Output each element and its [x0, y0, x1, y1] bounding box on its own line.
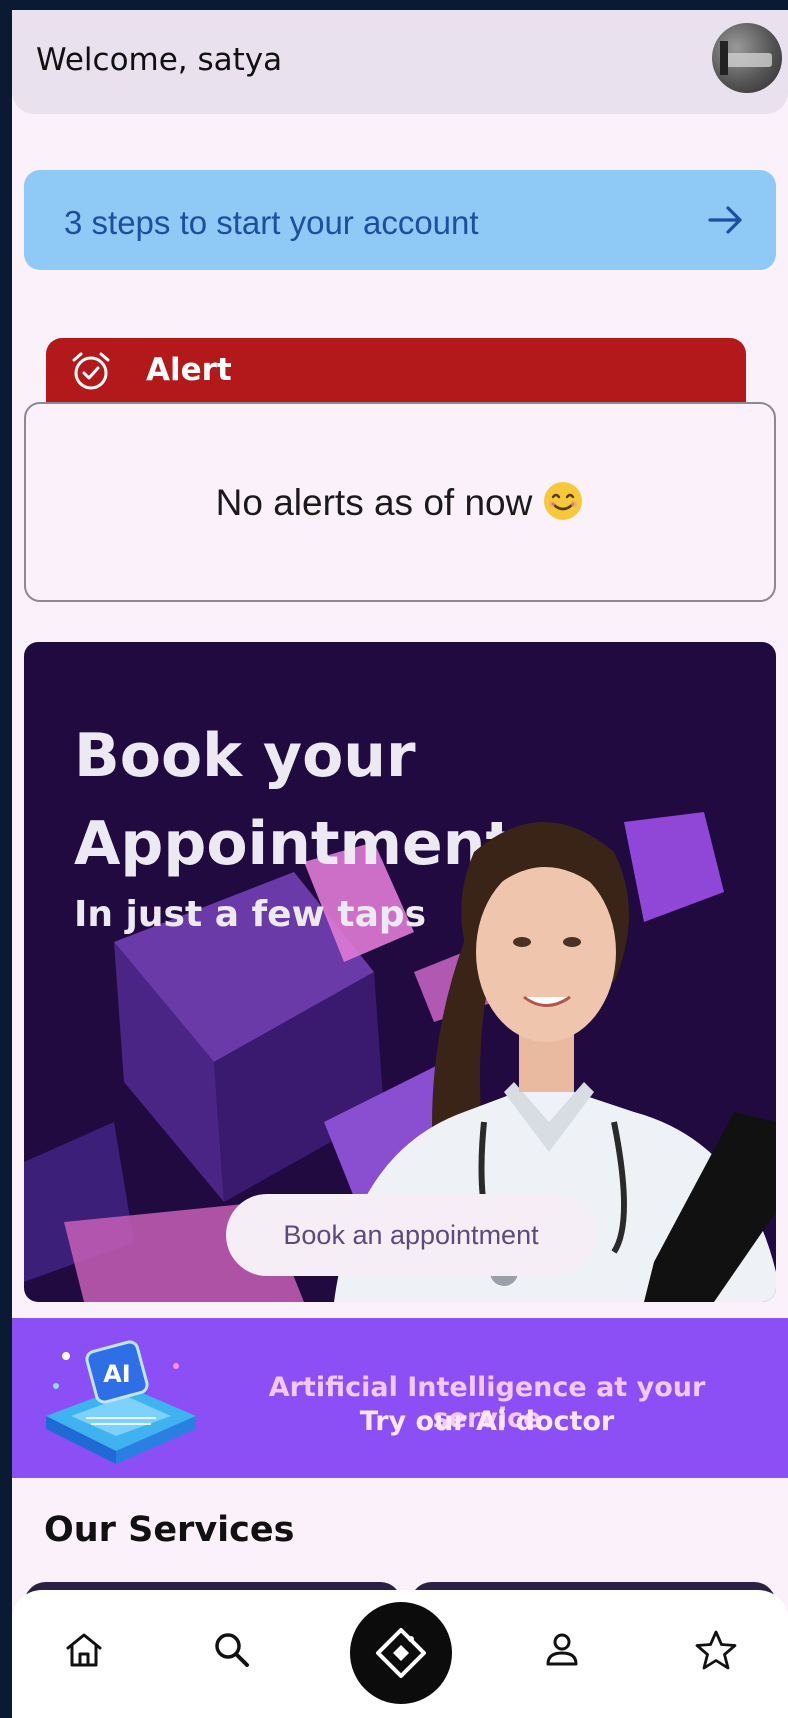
- home-icon[interactable]: [62, 1628, 106, 1672]
- alert-message: No alerts as of now: [215, 482, 533, 523]
- ai-doctor-banner[interactable]: AI Artificial Intelligence at your servi…: [12, 1318, 788, 1478]
- top-header: Welcome, satya: [12, 10, 788, 114]
- ai-banner-line2: Try our Ai doctor: [359, 1406, 615, 1437]
- book-appointment-button[interactable]: Book an appointment: [226, 1194, 596, 1276]
- app-screen: Welcome, satya 3 steps to start your acc…: [12, 10, 788, 1718]
- services-heading: Our Services: [44, 1510, 295, 1550]
- appointment-promo-card[interactable]: Book your Appointment In just a few taps…: [24, 642, 776, 1302]
- smiling-face-icon: [544, 482, 583, 520]
- arrow-right-icon: [708, 206, 742, 234]
- person-icon[interactable]: [540, 1628, 584, 1672]
- diamond-tag-icon: [376, 1628, 426, 1678]
- star-icon[interactable]: [694, 1628, 738, 1672]
- search-icon[interactable]: [210, 1628, 254, 1672]
- ai-chip-label: AI: [103, 1360, 131, 1388]
- onboarding-steps-banner[interactable]: 3 steps to start your account: [24, 170, 776, 270]
- onboarding-steps-label: 3 steps to start your account: [64, 204, 479, 241]
- center-action-button[interactable]: [350, 1602, 452, 1704]
- ai-chip-icon: AI: [46, 1340, 196, 1464]
- alert-message-row: No alerts as of now: [26, 480, 774, 524]
- user-avatar[interactable]: [712, 23, 782, 93]
- bottom-navigation: [12, 1590, 788, 1718]
- welcome-text: Welcome, satya: [36, 42, 283, 78]
- alert-card: No alerts as of now: [24, 402, 776, 602]
- alert-header: Alert: [46, 338, 746, 404]
- alert-title: Alert: [146, 352, 232, 388]
- alarm-check-icon: [72, 352, 110, 390]
